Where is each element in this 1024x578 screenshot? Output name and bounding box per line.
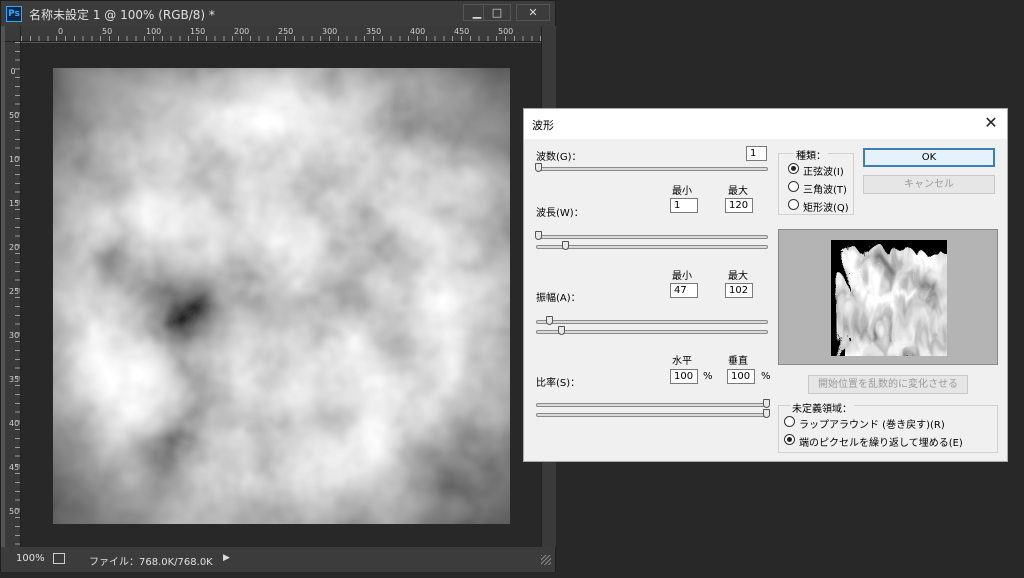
ruler-ticks xyxy=(21,36,541,41)
triangle-radio[interactable] xyxy=(788,181,799,192)
wrap-around-label[interactable]: ラップアラウンド (巻き戻す)(R) xyxy=(799,416,945,431)
generators-field[interactable]: 1 xyxy=(746,146,767,161)
wave-preview xyxy=(831,240,947,356)
percent-label: % xyxy=(703,371,713,382)
square-radio[interactable] xyxy=(788,199,799,210)
sine-radio[interactable] xyxy=(788,163,799,174)
repeat-edge-pixels-label[interactable]: 端のピクセルを繰り返して埋める(E) xyxy=(799,434,963,449)
canvas-image[interactable] xyxy=(53,68,510,524)
ruler-left-label: 300 xyxy=(9,331,20,340)
ruler-top-label: 150 xyxy=(190,27,206,36)
scale-label: 比率(S)： xyxy=(536,378,581,389)
sine-label[interactable]: 正弦波(I) xyxy=(803,163,844,178)
scale-vertical-slider-thumb[interactable] xyxy=(763,409,770,418)
amplitude-max-slider-thumb[interactable] xyxy=(557,326,565,335)
wavelength-max-field[interactable]: 120 xyxy=(725,198,753,213)
ruler-left-label: 350 xyxy=(9,375,20,384)
close-icon[interactable]: ✕ xyxy=(981,113,1001,133)
zoom-level[interactable]: 100% xyxy=(16,553,45,564)
ruler-top-label: 0 xyxy=(58,27,64,36)
horizontal-ruler[interactable]: 0 50 100 150 200 250 300 350 400 450 500 xyxy=(21,26,541,42)
amplitude-min-field[interactable]: 47 xyxy=(670,283,698,298)
wavelength-min-header: 最小 xyxy=(672,186,692,197)
file-size-info: ファイル：768.0K/768.0K xyxy=(89,557,213,568)
wave-dialog: 波形 ✕ 波数(G)： 1 最小 最大 波長(W)： 1 120 最小 最大 振… xyxy=(523,108,1008,462)
preview-panel xyxy=(778,229,998,365)
wavelength-min-slider-thumb[interactable] xyxy=(535,231,542,240)
scale-horizontal-header: 水平 xyxy=(672,356,692,367)
ruler-top-label: 450 xyxy=(454,27,470,36)
resize-grip-icon[interactable] xyxy=(541,555,551,565)
wavelength-label: 波長(W)： xyxy=(536,208,584,219)
ruler-top-label: 250 xyxy=(278,27,294,36)
preview-image[interactable] xyxy=(831,240,947,356)
ruler-left-label: 200 xyxy=(9,243,20,252)
ruler-left-label: 450 xyxy=(9,463,20,472)
ruler-top-label: 350 xyxy=(366,27,382,36)
wave-type-title: 種類： xyxy=(794,147,828,162)
ruler-origin[interactable] xyxy=(5,26,21,42)
generators-slider-thumb[interactable] xyxy=(535,163,542,172)
amplitude-max-slider-track[interactable] xyxy=(536,330,768,334)
dialog-titlebar[interactable]: 波形 ✕ xyxy=(524,109,1007,139)
scale-vertical-field[interactable]: 100 xyxy=(727,369,755,384)
ruler-left-label: 150 xyxy=(9,199,20,208)
ruler-left-label: 100 xyxy=(9,155,20,164)
triangle-label[interactable]: 三角波(T) xyxy=(803,181,847,196)
generators-slider-track[interactable] xyxy=(536,167,768,171)
percent-label: % xyxy=(761,371,771,382)
cloud-texture xyxy=(53,68,510,524)
undefined-areas-title: 未定義領域： xyxy=(790,400,854,415)
document-title: 名称未設定 1 @ 100% (RGB/8) * xyxy=(29,8,215,22)
document-titlebar[interactable]: Ps 名称未設定 1 @ 100% (RGB/8) * ▁ □ ✕ xyxy=(1,1,555,26)
amplitude-min-header: 最小 xyxy=(672,271,692,282)
ruler-top-label: 500 xyxy=(498,27,514,36)
export-icon[interactable] xyxy=(53,553,65,564)
amplitude-max-field[interactable]: 102 xyxy=(725,283,753,298)
dialog-title: 波形 xyxy=(532,119,554,132)
photoshop-app-icon: Ps xyxy=(6,6,22,22)
close-button[interactable]: ✕ xyxy=(516,4,550,21)
generators-label: 波数(G)： xyxy=(536,152,582,163)
scale-vertical-slider-track[interactable] xyxy=(536,413,768,417)
ruler-left-label: 400 xyxy=(9,419,20,428)
scale-horizontal-field[interactable]: 100 xyxy=(670,369,698,384)
ruler-left-label: 500 xyxy=(9,507,20,516)
document-window: Ps 名称未設定 1 @ 100% (RGB/8) * ▁ □ ✕ 0 50 1… xyxy=(0,0,556,572)
ruler-left-label: 250 xyxy=(9,287,20,296)
ruler-top-label: 50 xyxy=(102,27,113,36)
maximize-button[interactable]: □ xyxy=(483,4,511,21)
square-label[interactable]: 矩形波(Q) xyxy=(803,199,849,214)
ruler-left-label: 50 xyxy=(9,111,20,120)
ok-button[interactable]: OK xyxy=(863,148,995,167)
wavelength-min-slider-track[interactable] xyxy=(536,235,768,239)
scale-horizontal-slider-thumb[interactable] xyxy=(763,399,770,408)
scale-horizontal-slider-track[interactable] xyxy=(536,403,768,407)
ruler-top-label: 400 xyxy=(410,27,426,36)
status-menu-arrow-icon[interactable]: ▶ xyxy=(223,553,230,563)
vertical-ruler[interactable]: 0 50 100 150 200 250 300 350 400 450 500 xyxy=(5,42,21,547)
ruler-top-label: 200 xyxy=(234,27,250,36)
canvas-area[interactable] xyxy=(21,43,541,547)
ruler-top-label: 100 xyxy=(146,27,162,36)
scale-vertical-header: 垂直 xyxy=(728,356,748,367)
wavelength-max-header: 最大 xyxy=(728,186,748,197)
randomize-button[interactable]: 開始位置を乱数的に変化させる xyxy=(808,375,968,394)
repeat-edge-pixels-radio[interactable] xyxy=(784,434,795,445)
ruler-top-label: 300 xyxy=(322,27,338,36)
ruler-left-label: 0 xyxy=(10,67,16,76)
status-bar: 100% ファイル：768.0K/768.0K ▶ xyxy=(1,547,555,572)
amplitude-min-slider-track[interactable] xyxy=(536,320,768,324)
cancel-button[interactable]: キャンセル xyxy=(863,175,995,194)
amplitude-label: 振幅(A)： xyxy=(536,293,581,304)
amplitude-max-header: 最大 xyxy=(728,271,748,282)
wrap-around-radio[interactable] xyxy=(784,416,795,427)
wavelength-max-slider-track[interactable] xyxy=(536,245,768,249)
wavelength-min-field[interactable]: 1 xyxy=(670,198,698,213)
